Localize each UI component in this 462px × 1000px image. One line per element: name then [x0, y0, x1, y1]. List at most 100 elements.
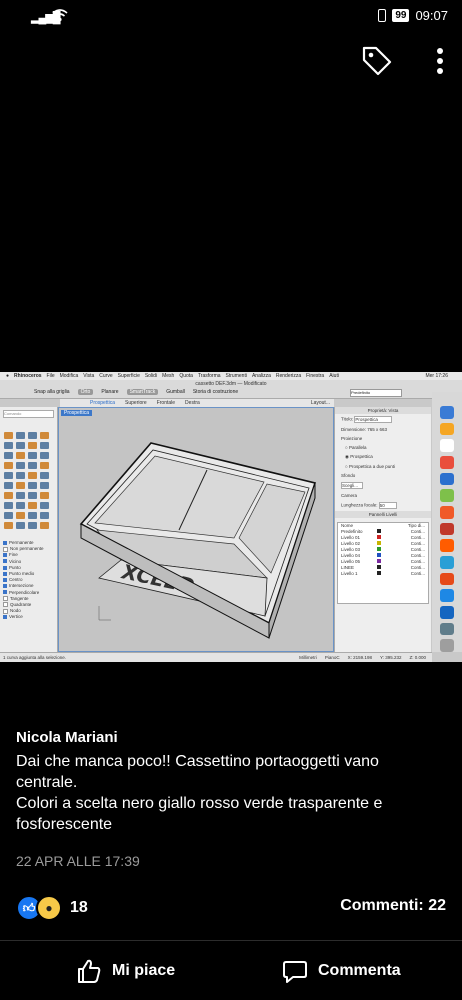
layout-button[interactable]: Layout... [311, 400, 330, 406]
projection-option[interactable]: ○ Prospettica a due punti [335, 462, 431, 471]
tool-icon[interactable] [16, 482, 25, 489]
dock-app-icon[interactable] [440, 606, 454, 619]
tool-icon[interactable] [4, 512, 13, 519]
menu-item[interactable]: Quota [179, 373, 193, 379]
checkbox-icon[interactable] [3, 559, 7, 564]
reactions[interactable]: 👍︎ ● 18 [16, 895, 88, 921]
tool-icon[interactable] [4, 492, 13, 499]
checkbox-icon[interactable] [3, 565, 7, 570]
toolbar-toggle[interactable]: Orto [77, 389, 94, 395]
tab-viewport[interactable]: Prospettica [90, 400, 115, 406]
tool-icon[interactable] [40, 482, 49, 489]
tool-icon[interactable] [40, 462, 49, 469]
perspective-viewport[interactable]: Prospettica XCEED [58, 407, 334, 652]
tool-icon[interactable] [28, 482, 37, 489]
tool-icon[interactable] [16, 512, 25, 519]
tool-icon[interactable] [28, 462, 37, 469]
tool-icon[interactable] [16, 522, 25, 529]
layer-color-swatch[interactable] [377, 571, 381, 577]
like-button[interactable]: Mi piace [76, 958, 175, 984]
checkbox-icon[interactable] [3, 571, 7, 576]
title-field[interactable]: Prospettica [354, 416, 393, 423]
dock-app-icon[interactable] [440, 456, 454, 469]
tab-viewport[interactable]: Frontale [157, 400, 175, 406]
menu-item[interactable]: File [47, 373, 55, 379]
menu-item[interactable]: Superficie [118, 373, 140, 379]
dock-app-icon[interactable] [440, 556, 454, 569]
menu-item[interactable]: Aiuti [329, 373, 339, 379]
tool-icon[interactable] [4, 442, 13, 449]
toolbar-toggle[interactable]: Planare [101, 389, 118, 395]
projection-option[interactable]: ○ Parallela [335, 443, 431, 452]
tool-icon[interactable] [4, 462, 13, 469]
toolbar-toggle[interactable]: Snap alla griglia [34, 389, 70, 395]
tool-icon[interactable] [40, 492, 49, 499]
dock-app-icon[interactable] [440, 439, 454, 453]
dock-app-icon[interactable] [440, 589, 454, 603]
checkbox-icon[interactable] [3, 584, 7, 589]
tool-icon[interactable] [28, 522, 37, 529]
dock-app-icon[interactable] [440, 406, 454, 419]
layer-dropdown[interactable]: Predefinito [350, 389, 402, 397]
tool-icon[interactable] [16, 492, 25, 499]
tool-icon[interactable] [40, 512, 49, 519]
tool-icon[interactable] [40, 472, 49, 479]
focal-field[interactable]: 50 [378, 502, 397, 509]
checkbox-icon[interactable] [3, 615, 7, 620]
menu-item[interactable]: Curve [99, 373, 112, 379]
tool-icon[interactable] [4, 472, 13, 479]
menu-item[interactable]: Finestra [306, 373, 324, 379]
more-vertical-icon[interactable] [436, 47, 444, 75]
menu-item[interactable]: Mesh [162, 373, 174, 379]
menu-item[interactable]: Trasforma [198, 373, 221, 379]
tool-icon[interactable] [4, 432, 13, 439]
checkbox-icon[interactable] [3, 546, 8, 552]
tool-icon[interactable] [16, 432, 25, 439]
dock-app-icon[interactable] [440, 422, 454, 436]
toolbar-toggle[interactable]: Storia di costruzione [193, 389, 238, 395]
tool-icon[interactable] [16, 462, 25, 469]
comments-count[interactable]: Commenti: 22 [340, 897, 446, 915]
tag-icon[interactable] [360, 44, 394, 78]
menu-item[interactable]: Renderizza [276, 373, 301, 379]
tool-icon[interactable] [16, 502, 25, 509]
comment-button[interactable]: Commenta [282, 958, 401, 984]
toolbar-toggle[interactable]: Gumball [166, 389, 185, 395]
tool-icon[interactable] [16, 442, 25, 449]
dock-app-icon[interactable] [440, 522, 454, 536]
tool-icon[interactable] [4, 522, 13, 529]
menu-item[interactable]: Strumenti [226, 373, 247, 379]
tool-icon[interactable] [28, 472, 37, 479]
dock-app-icon[interactable] [440, 506, 454, 519]
checkbox-icon[interactable] [3, 608, 8, 614]
dock-app-icon[interactable] [440, 539, 454, 553]
menu-item[interactable]: Analizza [252, 373, 271, 379]
menu-item[interactable]: Vista [83, 373, 94, 379]
dock-app-icon[interactable] [440, 639, 454, 653]
tool-icon[interactable] [28, 452, 37, 459]
dock-app-icon[interactable] [440, 622, 454, 636]
tool-icon[interactable] [28, 432, 37, 439]
tool-icon[interactable] [40, 502, 49, 509]
osnap-item[interactable]: Vertice [3, 614, 44, 620]
tool-icon[interactable] [40, 432, 49, 439]
tool-icon[interactable] [28, 512, 37, 519]
checkbox-icon[interactable] [3, 553, 7, 558]
checkbox-icon[interactable] [3, 578, 7, 583]
menu-item[interactable]: Solidi [145, 373, 157, 379]
tool-icon[interactable] [40, 452, 49, 459]
checkbox-icon[interactable] [3, 602, 8, 608]
checkbox-icon[interactable] [3, 590, 7, 595]
tool-icon[interactable] [28, 442, 37, 449]
tab-viewport[interactable]: Superiore [125, 400, 147, 406]
menu-item[interactable]: Rhinoceros [14, 373, 42, 379]
tool-icon[interactable] [40, 522, 49, 529]
tool-icon[interactable] [16, 452, 25, 459]
dock-app-icon[interactable] [440, 572, 454, 586]
command-input[interactable]: Comando [3, 410, 54, 418]
projection-option[interactable]: ◉ Prospettica [335, 452, 431, 462]
tool-icon[interactable] [4, 452, 13, 459]
dock-app-icon[interactable] [440, 489, 454, 503]
tool-icon[interactable] [4, 502, 13, 509]
tab-viewport[interactable]: Destra [185, 400, 200, 406]
